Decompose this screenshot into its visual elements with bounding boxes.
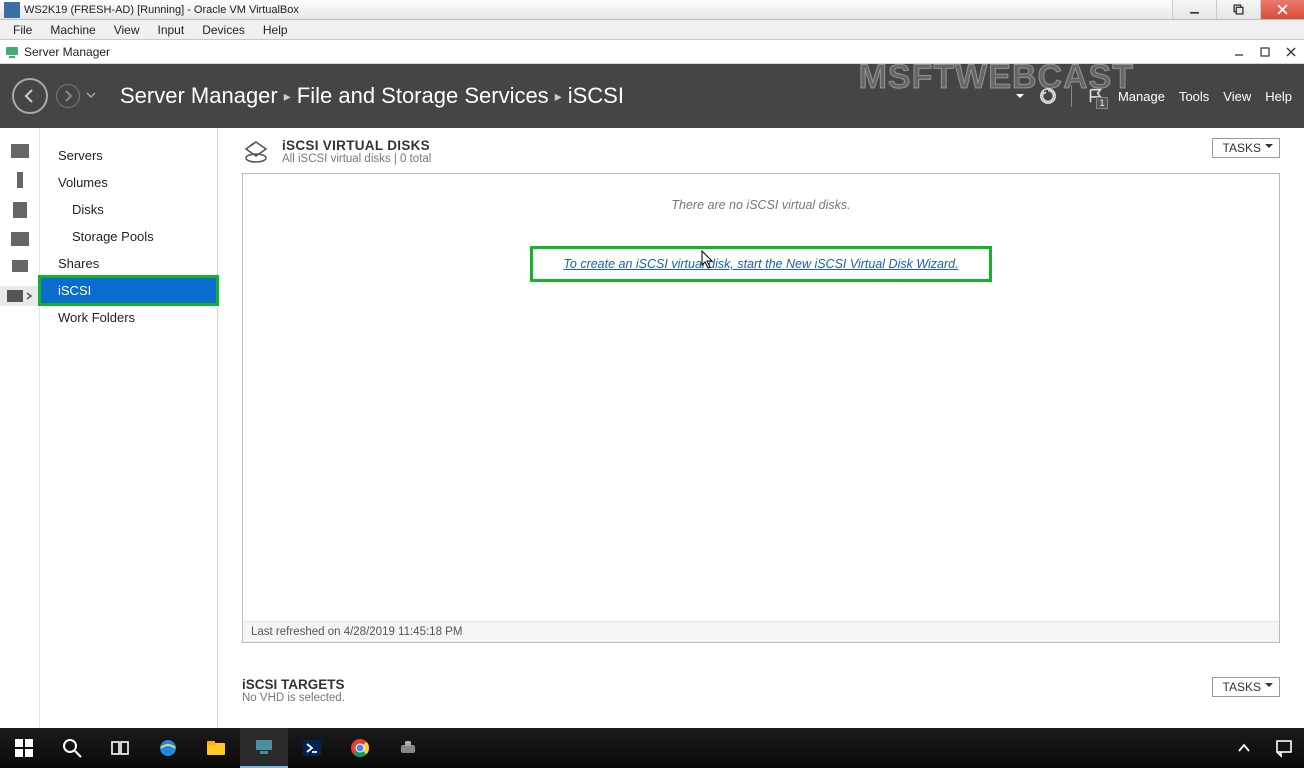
server-manager-title-text: Server Manager: [24, 45, 1226, 59]
notification-badge: 1: [1096, 97, 1108, 109]
sidebar-item-shares[interactable]: Shares: [40, 250, 217, 277]
chevron-right-icon: ▸: [555, 88, 562, 105]
taskbar-ie-icon[interactable]: [144, 728, 192, 768]
server-manager-header: Server Manager ▸ File and Storage Servic…: [0, 64, 1304, 128]
create-wizard-link[interactable]: To create an iSCSI virtual disk, start t…: [563, 257, 958, 271]
content-area: iSCSI VIRTUAL DISKS All iSCSI virtual di…: [218, 128, 1304, 728]
nav-forward-button[interactable]: [56, 84, 80, 108]
sm-close-button[interactable]: [1278, 40, 1304, 63]
chevron-down-icon[interactable]: [86, 87, 96, 105]
dropdown-caret-icon[interactable]: [1015, 89, 1025, 104]
taskbar-explorer-icon[interactable]: [192, 728, 240, 768]
icon-rail: [0, 128, 40, 728]
vbox-close-button[interactable]: [1260, 0, 1304, 19]
vbox-menu-file[interactable]: File: [4, 21, 41, 39]
rail-dashboard-icon[interactable]: [11, 144, 29, 158]
sidebar-item-volumes[interactable]: Volumes: [40, 169, 217, 196]
sm-maximize-button[interactable]: [1252, 40, 1278, 63]
vbox-menu-input[interactable]: Input: [149, 21, 194, 39]
targets-title: iSCSI TARGETS: [242, 677, 345, 692]
vbox-menu-machine[interactable]: Machine: [41, 21, 104, 39]
side-nav: Servers Volumes Disks Storage Pools Shar…: [40, 128, 218, 728]
rail-file-storage-icon[interactable]: [0, 286, 39, 306]
virtualbox-titlebar: WS2K19 (FRESH-AD) [Running] - Oracle VM …: [0, 0, 1304, 20]
taskbar-chrome-icon[interactable]: [336, 728, 384, 768]
separator: [1071, 85, 1072, 107]
crumb-file-storage[interactable]: File and Storage Services: [297, 83, 549, 109]
menu-manage[interactable]: Manage: [1118, 89, 1165, 104]
sm-minimize-button[interactable]: [1226, 40, 1252, 63]
virtualbox-menubar: File Machine View Input Devices Help: [0, 20, 1304, 40]
server-manager-titlebar: Server Manager: [0, 40, 1304, 64]
virtualbox-title-text: WS2K19 (FRESH-AD) [Running] - Oracle VM …: [24, 4, 1172, 16]
windows-taskbar: [0, 728, 1304, 768]
search-button[interactable]: [48, 728, 96, 768]
start-button[interactable]: [0, 728, 48, 768]
crumb-server-manager[interactable]: Server Manager: [120, 83, 278, 109]
sidebar-item-iscsi[interactable]: iSCSI: [40, 277, 217, 304]
vbox-menu-view[interactable]: View: [105, 21, 149, 39]
taskbar-app-icon[interactable]: [384, 728, 432, 768]
tasks-dropdown[interactable]: TASKS: [1212, 138, 1280, 158]
sidebar-item-servers[interactable]: Servers: [40, 142, 217, 169]
vbox-menu-help[interactable]: Help: [254, 21, 297, 39]
tray-action-center-icon[interactable]: [1264, 728, 1304, 768]
nav-back-button[interactable]: [12, 78, 48, 114]
create-wizard-link-highlight: To create an iSCSI virtual disk, start t…: [530, 246, 991, 282]
vbox-menu-devices[interactable]: Devices: [193, 21, 254, 39]
rail-all-servers-icon[interactable]: [13, 202, 27, 218]
taskbar-server-manager-icon[interactable]: [240, 728, 288, 768]
taskbar-powershell-icon[interactable]: [288, 728, 336, 768]
virtual-disks-icon: [242, 138, 272, 169]
server-manager-icon: [4, 44, 20, 60]
refresh-timestamp: Last refreshed on 4/28/2019 11:45:18 PM: [243, 621, 1279, 642]
chevron-right-icon: ▸: [284, 88, 291, 105]
menu-view[interactable]: View: [1223, 89, 1251, 104]
breadcrumb: Server Manager ▸ File and Storage Servic…: [120, 83, 624, 109]
menu-help[interactable]: Help: [1265, 89, 1292, 104]
tray-show-hidden-icon[interactable]: [1224, 728, 1264, 768]
vbox-minimize-button[interactable]: [1172, 0, 1216, 19]
section-title: iSCSI VIRTUAL DISKS: [282, 138, 431, 153]
rail-local-server-icon[interactable]: [17, 172, 23, 188]
sidebar-item-storage-pools[interactable]: Storage Pools: [40, 223, 217, 250]
empty-state-text: There are no iSCSI virtual disks.: [243, 198, 1279, 212]
crumb-iscsi[interactable]: iSCSI: [568, 83, 624, 109]
sidebar-item-work-folders[interactable]: Work Folders: [40, 304, 217, 331]
refresh-button[interactable]: [1039, 87, 1057, 105]
rail-ad-ds-icon[interactable]: [11, 232, 29, 246]
sidebar-item-disks[interactable]: Disks: [40, 196, 217, 223]
targets-subtitle: No VHD is selected.: [242, 692, 345, 704]
menu-tools[interactable]: Tools: [1179, 89, 1209, 104]
virtualbox-icon: [4, 2, 20, 18]
rail-dns-icon[interactable]: [12, 260, 28, 272]
virtual-disks-panel: There are no iSCSI virtual disks. To cre…: [242, 173, 1280, 643]
section-subtitle: All iSCSI virtual disks | 0 total: [282, 153, 431, 165]
targets-tasks-dropdown[interactable]: TASKS: [1212, 677, 1280, 697]
vbox-maximize-button[interactable]: [1216, 0, 1260, 19]
notifications-button[interactable]: 1: [1086, 87, 1104, 105]
task-view-button[interactable]: [96, 728, 144, 768]
